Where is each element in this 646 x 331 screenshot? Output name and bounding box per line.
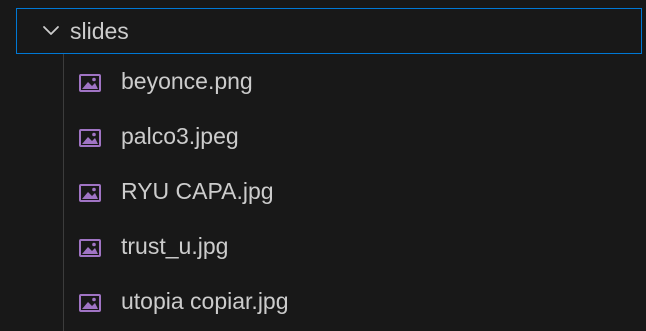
file-label: utopia copiar.jpg: [121, 288, 289, 314]
image-file-icon: [79, 129, 101, 147]
file-label: trust_u.jpg: [121, 233, 229, 259]
image-file-icon: [79, 239, 101, 257]
file-explorer: slides beyonce.png palco3.jpeg RYU CAPA.…: [0, 0, 646, 331]
file-list: beyonce.png palco3.jpeg RYU CAPA.jpg tru…: [0, 54, 646, 329]
file-label: RYU CAPA.jpg: [121, 178, 274, 204]
file-row-beyonce[interactable]: beyonce.png: [0, 54, 646, 109]
image-file-icon: [79, 184, 101, 202]
image-file-icon: [79, 294, 101, 312]
folder-row-slides[interactable]: slides: [16, 8, 642, 54]
file-row-utopia-copiar[interactable]: utopia copiar.jpg: [0, 274, 646, 329]
file-row-ryu-capa[interactable]: RYU CAPA.jpg: [0, 164, 646, 219]
chevron-down-icon[interactable]: [39, 19, 63, 43]
file-label: palco3.jpeg: [121, 123, 239, 149]
image-file-icon: [79, 74, 101, 92]
file-row-palco3[interactable]: palco3.jpeg: [0, 109, 646, 164]
file-label: beyonce.png: [121, 68, 253, 94]
file-row-trust-u[interactable]: trust_u.jpg: [0, 219, 646, 274]
folder-label: slides: [70, 18, 129, 44]
